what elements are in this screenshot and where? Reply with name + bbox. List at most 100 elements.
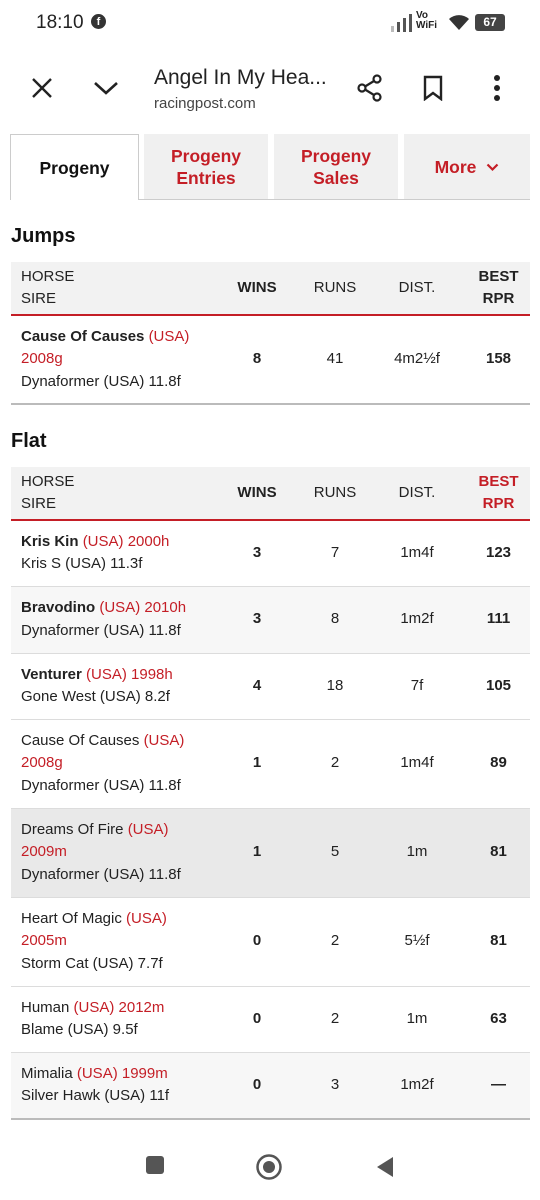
tab-bar: Progeny Progeny Entries Progeny Sales More	[10, 134, 530, 200]
tab-more[interactable]: More	[404, 134, 530, 200]
tab-progeny-sales[interactable]: Progeny Sales	[274, 134, 398, 200]
tab-label: Progeny Entries	[171, 145, 241, 189]
table-row[interactable]: Venturer (USA) 1998h Gone West (USA) 8.2f…	[11, 653, 530, 720]
rpr-cell: 81	[467, 897, 530, 987]
horse-name: Dreams Of Fire	[21, 820, 124, 838]
tab-label: More	[434, 157, 477, 177]
tab-progeny[interactable]: Progeny	[10, 134, 139, 200]
col-rpr: RPR	[482, 290, 515, 307]
horse-name: Cause Of Causes	[21, 327, 145, 345]
runs-cell: 2	[303, 719, 367, 809]
rpr-cell: 81	[467, 808, 530, 898]
section-title-flat: Flat	[11, 430, 47, 452]
horse-sire: Dynaformer (USA) 11.8f	[21, 621, 181, 639]
wins-cell: 0	[211, 986, 303, 1053]
col-wins: WINS	[211, 467, 303, 520]
app-bar: Angel In My Hea... racingpost.com	[0, 46, 540, 130]
bookmark-icon[interactable]	[413, 68, 453, 108]
col-sire: SIRE	[21, 290, 57, 307]
runs-cell: 18	[303, 653, 367, 720]
horse-cell: Human (USA) 2012m Blame (USA) 9.5f	[11, 986, 211, 1053]
status-bar: 18:10 f Vo WiFi 67	[0, 0, 540, 46]
rpr-cell: 123	[467, 520, 530, 587]
runs-cell: 2	[303, 897, 367, 987]
table-header-row: HORSE SIRE WINS RUNS DIST. BEST RPR	[11, 262, 530, 315]
horse-name: Mimalia	[21, 1064, 73, 1082]
chevron-down-icon[interactable]	[86, 68, 126, 108]
horse-origin: (USA) 1999m	[76, 1064, 168, 1082]
horse-sire: Dynaformer (USA) 11.8f	[21, 776, 181, 794]
tab-label-line-1: Progeny	[170, 146, 242, 166]
table-row[interactable]: Bravodino (USA) 2010h Dynaformer (USA) 11…	[11, 586, 530, 654]
chevron-down-icon	[487, 163, 499, 171]
horse-origin: (USA) 2012m	[73, 998, 165, 1016]
table-row[interactable]: Human (USA) 2012m Blame (USA) 9.5f 0 2 1m…	[11, 986, 530, 1053]
horse-sire: Blame (USA) 9.5f	[21, 1021, 138, 1038]
jumps-table: HORSE SIRE WINS RUNS DIST. BEST RPR Cause …	[11, 262, 530, 405]
runs-cell: 2	[303, 986, 367, 1053]
col-horse: HORSE	[21, 268, 75, 285]
col-best: BEST	[478, 473, 519, 490]
dist-cell: 1m2f	[367, 586, 467, 654]
horse-cell: Bravodino (USA) 2010h Dynaformer (USA) 11…	[11, 586, 211, 654]
table-row[interactable]: Kris Kin (USA) 2000h Kris S (USA) 11.3f 3…	[11, 520, 530, 587]
table-row[interactable]: Cause Of Causes (USA) 2008g Dynaformer (…	[11, 315, 530, 405]
table-row[interactable]: Mimalia (USA) 1999m Silver Hawk (USA) 11f…	[11, 1052, 530, 1120]
table-row[interactable]: Heart Of Magic (USA) 2005m Storm Cat (USA)…	[11, 897, 530, 987]
col-runs: RUNS	[303, 262, 367, 315]
horse-name: Kris Kin	[21, 532, 79, 550]
tabs-divider	[139, 199, 530, 200]
wins-cell: 3	[211, 586, 303, 654]
col-best-rpr: BEST RPR	[467, 262, 530, 315]
wins-cell: 3	[211, 520, 303, 587]
horse-sire: Dynaformer (USA) 11.8f	[21, 372, 181, 390]
col-sire: SIRE	[21, 495, 57, 512]
table-row[interactable]: Dreams Of Fire (USA) 2009m Dynaformer (USA…	[11, 808, 530, 898]
horse-cell: Mimalia (USA) 1999m Silver Hawk (USA) 11f	[11, 1052, 211, 1120]
runs-cell: 3	[303, 1052, 367, 1120]
nav-recents-icon[interactable]	[140, 1150, 170, 1180]
col-dist: DIST.	[367, 262, 467, 315]
horse-cell: Heart Of Magic (USA) 2005m Storm Cat (USA)…	[11, 897, 211, 987]
rpr-cell: 89	[467, 719, 530, 809]
table-row[interactable]: Cause Of Causes (USA) 2008g Dynaformer (US…	[11, 719, 530, 809]
wins-cell: 1	[211, 719, 303, 809]
tab-label: Progeny	[39, 157, 110, 178]
col-rpr: RPR	[482, 495, 515, 512]
dist-cell: 1m	[367, 986, 467, 1053]
wifi-icon	[449, 15, 469, 30]
nav-back-icon[interactable]	[370, 1152, 400, 1182]
dist-cell: 1m4f	[367, 520, 467, 587]
share-icon[interactable]	[350, 68, 390, 108]
close-icon[interactable]	[22, 68, 62, 108]
rpr-cell: 158	[467, 315, 530, 405]
horse-sire: Gone West (USA) 8.2f	[21, 688, 170, 705]
horse-origin: (USA)	[127, 820, 169, 838]
nav-home-icon[interactable]	[254, 1152, 284, 1182]
col-best: BEST	[478, 268, 519, 285]
vowifi-bottom: WiFi	[416, 20, 438, 31]
tab-label-line-2: Sales	[313, 168, 359, 188]
horse-name: Human	[21, 998, 70, 1016]
tab-label-line-1: Progeny	[300, 146, 372, 166]
signal-icon	[391, 14, 412, 32]
facebook-icon: f	[91, 14, 106, 29]
tab-progeny-entries[interactable]: Progeny Entries	[144, 134, 268, 200]
section-title-jumps: Jumps	[11, 225, 76, 247]
col-runs: RUNS	[303, 467, 367, 520]
horse-cell: Cause Of Causes (USA) 2008g Dynaformer (US…	[11, 719, 211, 809]
horse-cell: Dreams Of Fire (USA) 2009m Dynaformer (USA…	[11, 808, 211, 898]
runs-cell: 7	[303, 520, 367, 587]
battery-icon: 67	[475, 14, 505, 31]
more-vert-icon[interactable]	[477, 68, 517, 108]
tab-label-line-2: Entries	[176, 168, 236, 188]
wins-cell: 4	[211, 653, 303, 720]
dist-cell: 1m4f	[367, 719, 467, 809]
col-dist: DIST.	[367, 467, 467, 520]
horse-origin: (USA)	[143, 731, 185, 749]
rpr-cell: 105	[467, 653, 530, 720]
horse-origin: (USA) 2010h	[99, 599, 187, 616]
rpr-cell: —	[467, 1052, 530, 1120]
system-nav-bar	[0, 1138, 540, 1200]
horse-name: Bravodino	[21, 599, 96, 616]
